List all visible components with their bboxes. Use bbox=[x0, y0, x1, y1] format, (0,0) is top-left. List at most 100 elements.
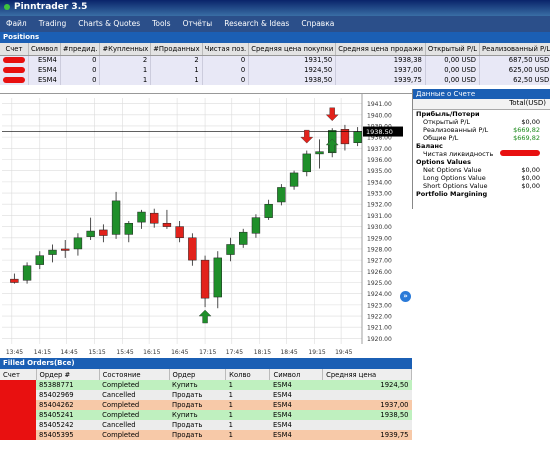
order-cell-sym: ESM4 bbox=[269, 420, 323, 430]
column-header[interactable]: Счет bbox=[0, 369, 37, 380]
order-cell-id: 85405241 bbox=[36, 410, 100, 420]
y-tick-label: 1941.00 bbox=[367, 101, 392, 108]
app-logo-icon bbox=[4, 3, 10, 10]
position-cell: 1938,50 bbox=[248, 75, 337, 85]
column-header[interactable]: Символ bbox=[269, 369, 324, 380]
order-cell-qty: 1 bbox=[225, 410, 270, 420]
column-header[interactable]: Ордер # bbox=[36, 369, 100, 380]
account-row: Открытый P/L $0,00 bbox=[413, 118, 550, 126]
order-cell-price: 1937,00 bbox=[322, 400, 412, 410]
y-tick-label: 1932.00 bbox=[367, 202, 392, 209]
candle-body bbox=[99, 229, 108, 236]
position-cell: 1 bbox=[99, 75, 152, 85]
candle-body bbox=[10, 278, 19, 283]
order-cell-state: Cancelled bbox=[99, 420, 169, 430]
account-cell bbox=[0, 380, 36, 390]
candle-body bbox=[175, 226, 184, 239]
order-row[interactable]: 85405242 Cancelled Продать 1 ESM4 bbox=[0, 420, 412, 430]
account-row-value: $0,00 bbox=[521, 118, 540, 126]
column-header[interactable]: Открытый P/L bbox=[425, 43, 481, 56]
order-row[interactable]: 85404262 Completed Продать 1 ESM4 1937,00 bbox=[0, 400, 412, 410]
order-row[interactable]: 85405395 Completed Продать 1 ESM4 1939,75 bbox=[0, 430, 412, 440]
y-tick-label: 1935.00 bbox=[367, 168, 392, 175]
candle-body bbox=[353, 131, 362, 143]
position-row[interactable]: ESM4 0 1 1 0 1938,50 1939,75 0,00 USD 62,50 USD bbox=[0, 75, 550, 85]
order-cell-side: Продать bbox=[169, 400, 226, 410]
column-header[interactable]: Средняя цена покупки bbox=[248, 43, 337, 56]
order-cell-qty: 1 bbox=[225, 430, 270, 440]
column-header[interactable]: Символ bbox=[28, 43, 61, 56]
candle-body bbox=[251, 217, 261, 234]
order-cell-state: Completed bbox=[99, 400, 169, 410]
order-row[interactable]: 85388771 Completed Купить 1 ESM4 1924,50 bbox=[0, 380, 412, 390]
order-cell-price bbox=[322, 390, 412, 400]
order-cell-id: 85402969 bbox=[36, 390, 100, 400]
column-header[interactable]: Счет bbox=[0, 43, 29, 56]
order-cell-price bbox=[322, 420, 412, 430]
position-cell: 1931,50 bbox=[248, 55, 337, 65]
menu-item[interactable]: Справка bbox=[295, 16, 340, 31]
column-header[interactable]: Ордер bbox=[169, 369, 227, 380]
y-tick-label: 1922.00 bbox=[367, 314, 392, 321]
column-header[interactable]: Средняя цена bbox=[322, 369, 412, 380]
order-cell-id: 85405395 bbox=[36, 430, 100, 440]
column-header[interactable]: Состояние bbox=[99, 369, 170, 380]
column-header[interactable]: Чистая поз. bbox=[202, 43, 250, 56]
account-row: Прибыль/Потери bbox=[413, 110, 550, 118]
order-cell-state: Completed bbox=[99, 430, 169, 440]
column-header[interactable]: Реализованный P/L bbox=[479, 43, 550, 56]
position-cell: 2 bbox=[99, 55, 152, 65]
order-cell-side: Купить bbox=[169, 410, 226, 420]
candlestick-chart[interactable]: 1941.001940.001939.001938.001937.001936.… bbox=[0, 94, 412, 359]
price-chart[interactable]: 1941.001940.001939.001938.001937.001936.… bbox=[0, 93, 412, 358]
position-row[interactable]: ESM4 0 1 1 0 1924,50 1937,00 0,00 USD 625,00 USD bbox=[0, 65, 550, 75]
position-cell: 0 bbox=[60, 55, 101, 65]
account-row-label: Баланс bbox=[416, 142, 443, 150]
menu-bar: Файл Trading Charts & Quotes Tools Отчёты Res… bbox=[0, 16, 550, 32]
position-row[interactable]: ESM4 0 2 2 0 1931,50 1938,38 0,00 USD 687,50 USD bbox=[0, 55, 550, 65]
menu-item[interactable]: Trading bbox=[33, 16, 73, 31]
position-cell: 0,00 USD bbox=[425, 75, 481, 85]
column-header[interactable]: Колво bbox=[225, 369, 271, 380]
menu-item[interactable]: Tools bbox=[146, 16, 176, 31]
order-cell-qty: 1 bbox=[225, 400, 270, 410]
candle-body bbox=[302, 153, 311, 173]
column-header[interactable]: #Проданных bbox=[150, 43, 203, 56]
y-tick-label: 1930.00 bbox=[367, 224, 392, 231]
column-header[interactable]: #предид. bbox=[60, 43, 101, 56]
column-header[interactable]: #Купленных bbox=[99, 43, 152, 56]
order-row[interactable]: 85405241 Completed Купить 1 ESM4 1938,50 bbox=[0, 410, 412, 420]
y-tick-label: 1937.00 bbox=[367, 146, 392, 153]
y-tick-label: 1926.00 bbox=[367, 269, 392, 276]
candle-body bbox=[200, 259, 210, 299]
menu-item[interactable]: Отчёты bbox=[177, 16, 219, 31]
menu-item[interactable]: Research & Ideas bbox=[218, 16, 295, 31]
order-cell-state: Cancelled bbox=[99, 390, 169, 400]
x-tick-label: 14:45 bbox=[60, 349, 77, 356]
order-cell-side: Продать bbox=[169, 390, 226, 400]
order-row[interactable]: 85402969 Cancelled Продать 1 ESM4 bbox=[0, 390, 412, 400]
title-bar: Pinntrader 3.5 bbox=[0, 0, 550, 16]
x-tick-label: 16:45 bbox=[171, 349, 188, 356]
order-cell-qty: 1 bbox=[225, 420, 270, 430]
menu-item[interactable]: Charts & Quotes bbox=[72, 16, 146, 31]
column-header[interactable]: Средняя цена продажи bbox=[335, 43, 426, 56]
menu-item[interactable]: Файл bbox=[0, 16, 33, 31]
position-cell: ESM4 bbox=[28, 65, 61, 75]
position-cell: 0 bbox=[202, 65, 250, 75]
y-tick-label: 1924.00 bbox=[367, 291, 392, 298]
y-tick-label: 1923.00 bbox=[367, 302, 392, 309]
app-title: Pinntrader 3.5 bbox=[14, 2, 88, 12]
collapse-panel-icon[interactable]: » bbox=[400, 291, 411, 302]
account-row: Баланс bbox=[413, 142, 550, 150]
x-tick-label: 17:15 bbox=[199, 349, 216, 356]
filled-orders-panel: Filled Orders(Все) Счет Ордер # Состояние О… bbox=[0, 358, 412, 463]
order-cell-qty: 1 bbox=[225, 380, 270, 390]
positions-header: Positions bbox=[0, 32, 550, 43]
candle-body bbox=[264, 203, 273, 218]
account-row-value: $669,82 bbox=[513, 126, 540, 134]
x-tick-label: 18:15 bbox=[254, 349, 271, 356]
redacted-value bbox=[500, 150, 540, 156]
account-row: Net Options Value $0,00 bbox=[413, 166, 550, 174]
account-cell bbox=[0, 65, 29, 75]
